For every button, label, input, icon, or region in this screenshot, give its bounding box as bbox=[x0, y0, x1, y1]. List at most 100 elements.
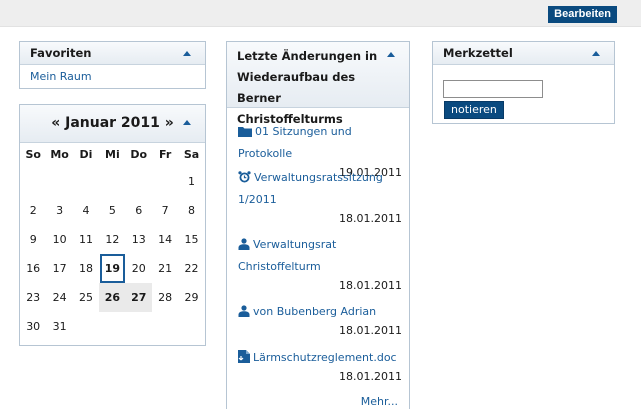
collapse-icon[interactable] bbox=[183, 120, 191, 125]
recent-entry-date: 18.01.2011 bbox=[339, 324, 402, 337]
recent-changes-header: Letzte Änderungen in Wiederaufbau des Be… bbox=[227, 42, 409, 126]
note-button[interactable]: notieren bbox=[444, 101, 504, 119]
calendar-week-row: 30 31 bbox=[20, 312, 205, 341]
calendar-day[interactable]: 28 bbox=[152, 283, 178, 312]
calendar-day[interactable]: 14 bbox=[152, 225, 178, 254]
previous-month-button[interactable]: « bbox=[51, 115, 60, 131]
recent-entry-title: Verwaltungsratssitzung 1/2011 bbox=[238, 171, 383, 206]
collapse-icon[interactable] bbox=[387, 52, 395, 57]
recent-entry: Verwaltungsratssitzung 1/2011 18.01.2011 bbox=[238, 167, 402, 227]
memo-header: Merkzettel bbox=[433, 42, 614, 65]
calendar-day[interactable]: 29 bbox=[178, 283, 204, 312]
favorites-header: Favoriten bbox=[20, 42, 205, 65]
calendar-day[interactable]: 3 bbox=[46, 196, 72, 225]
recent-changes-portlet: Letzte Änderungen in Wiederaufbau des Be… bbox=[226, 41, 410, 409]
recent-entry: von Bubenberg Adrian 18.01.2011 bbox=[238, 301, 402, 339]
calendar-day[interactable]: 1 bbox=[178, 167, 204, 196]
calendar-week-row: 23 24 25 26 27 28 29 bbox=[20, 283, 205, 312]
recent-entry: Verwaltungsrat Christoffelturm 18.01.201… bbox=[238, 234, 402, 294]
calendar-day[interactable]: 23 bbox=[20, 283, 46, 312]
recent-entry-link[interactable]: Verwaltungsratssitzung 1/2011 bbox=[238, 167, 402, 211]
recent-entry-title: Verwaltungsrat Christoffelturm bbox=[238, 238, 337, 273]
calendar-day[interactable]: 30 bbox=[20, 312, 46, 341]
recent-entry-title: Lärmschutzreglement.doc bbox=[253, 351, 397, 364]
weekday-label: Mo bbox=[50, 148, 69, 161]
recent-entry-title: 01 Sitzungen und Protokolle bbox=[238, 125, 352, 160]
calendar-day[interactable]: 13 bbox=[126, 225, 152, 254]
calendar-day[interactable]: 26 bbox=[99, 283, 126, 312]
calendar-empty-cell bbox=[126, 312, 152, 341]
calendar-weekday-row: So Mo Di Mi Do Fr Sa bbox=[20, 143, 205, 167]
calendar-empty-cell bbox=[20, 167, 46, 196]
calendar-day[interactable]: 12 bbox=[99, 225, 125, 254]
calendar-empty-cell bbox=[73, 167, 99, 196]
calendar-day[interactable]: 25 bbox=[73, 283, 99, 312]
calendar-day[interactable]: 6 bbox=[126, 196, 152, 225]
favorites-portlet: Favoriten Mein Raum bbox=[19, 41, 206, 89]
document-icon bbox=[238, 350, 250, 363]
memo-portlet: Merkzettel notieren bbox=[432, 41, 615, 124]
edit-button[interactable]: Bearbeiten bbox=[548, 6, 617, 23]
collapse-icon[interactable] bbox=[183, 51, 191, 56]
calendar-day[interactable]: 16 bbox=[20, 254, 46, 283]
memo-input[interactable] bbox=[443, 80, 543, 98]
calendar-day[interactable]: 24 bbox=[46, 283, 72, 312]
calendar-day[interactable]: 2 bbox=[20, 196, 46, 225]
recent-changes-title-line: Wiederaufbau des Berner bbox=[237, 70, 356, 105]
calendar-week-row: 1 bbox=[20, 167, 205, 196]
calendar-portlet: « Januar 2011 » So Mo Di Mi Do Fr Sa 123… bbox=[19, 104, 206, 346]
calendar-day[interactable]: 18 bbox=[73, 254, 99, 283]
collapse-icon[interactable] bbox=[592, 51, 600, 56]
calendar-day[interactable]: 10 bbox=[46, 225, 72, 254]
weekday-label: Sa bbox=[183, 148, 200, 161]
weekday-label: Di bbox=[79, 148, 93, 161]
calendar-day[interactable]: 31 bbox=[46, 312, 72, 341]
calendar-day[interactable]: 21 bbox=[152, 254, 178, 283]
calendar-day[interactable]: 27 bbox=[125, 283, 152, 312]
weekday-label: So bbox=[25, 148, 41, 161]
calendar-day[interactable]: 15 bbox=[178, 225, 204, 254]
more-link[interactable]: Mehr... bbox=[361, 395, 398, 408]
calendar-day[interactable]: 7 bbox=[152, 196, 178, 225]
calendar-day[interactable]: 4 bbox=[73, 196, 99, 225]
calendar-day[interactable]: 8 bbox=[178, 196, 204, 225]
calendar-empty-cell bbox=[126, 167, 152, 196]
calendar-month-title: Januar 2011 bbox=[65, 115, 160, 131]
top-toolbar: Bearbeiten bbox=[0, 0, 641, 27]
calendar-week-row: 16 17 18 19 20 21 22 bbox=[20, 254, 205, 283]
weekday-label: Do bbox=[130, 148, 148, 161]
recent-entry-date: 18.01.2011 bbox=[339, 212, 402, 225]
calendar-day[interactable]: 19 bbox=[100, 254, 125, 283]
recent-entry-link[interactable]: Lärmschutzreglement.doc bbox=[238, 347, 402, 369]
calendar-day[interactable]: 9 bbox=[20, 225, 46, 254]
calendar-day[interactable]: 22 bbox=[178, 254, 204, 283]
favorite-link-mein-raum[interactable]: Mein Raum bbox=[20, 65, 205, 83]
calendar-empty-cell bbox=[99, 167, 125, 196]
calendar-empty-cell bbox=[152, 167, 178, 196]
user-icon bbox=[238, 238, 250, 250]
calendar-empty-cell bbox=[73, 312, 99, 341]
weekday-label: Fr bbox=[159, 148, 172, 161]
calendar-grid: So Mo Di Mi Do Fr Sa 1 2 3 4 5 6 7 8 9 10 11 12 13 14… bbox=[20, 143, 205, 341]
calendar-header: « Januar 2011 » bbox=[20, 105, 205, 143]
recent-entry-link[interactable]: 01 Sitzungen und Protokolle bbox=[238, 121, 402, 165]
next-month-button[interactable]: » bbox=[165, 115, 174, 131]
calendar-week-row: 2345678 bbox=[20, 196, 205, 225]
calendar-day[interactable]: 17 bbox=[46, 254, 72, 283]
recent-entry-link[interactable]: Verwaltungsrat Christoffelturm bbox=[238, 234, 402, 278]
calendar-day[interactable]: 5 bbox=[99, 196, 125, 225]
calendar-day[interactable]: 11 bbox=[73, 225, 99, 254]
recent-entry-date: 18.01.2011 bbox=[339, 370, 402, 383]
recent-entry-date: 18.01.2011 bbox=[339, 279, 402, 292]
favorites-title: Favoriten bbox=[30, 46, 92, 60]
recent-entry-link[interactable]: von Bubenberg Adrian bbox=[238, 301, 402, 323]
weekday-label: Mi bbox=[105, 148, 120, 161]
recent-changes-title-line: Letzte Änderungen in bbox=[237, 49, 378, 63]
calendar-empty-cell bbox=[99, 312, 125, 341]
calendar-empty-cell bbox=[46, 167, 72, 196]
calendar-empty-cell bbox=[152, 312, 178, 341]
calendar-week-row: 9 10 11 12 13 14 15 bbox=[20, 225, 205, 254]
memo-title: Merkzettel bbox=[443, 46, 513, 60]
recent-entry: Lärmschutzreglement.doc 18.01.2011 bbox=[238, 347, 402, 385]
calendar-day[interactable]: 20 bbox=[126, 254, 152, 283]
